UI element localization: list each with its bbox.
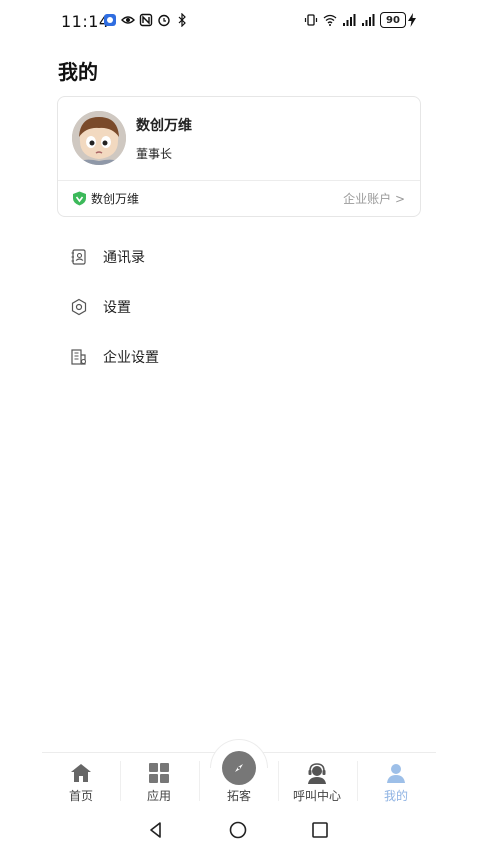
tab-label-apps: 应用 — [146, 789, 171, 803]
tab-label-home: 首页 — [68, 789, 93, 803]
tab-label-call-center: 呼叫中心 — [292, 789, 341, 803]
status-left-icons — [103, 13, 189, 27]
company-row[interactable]: 数创万维 企业账户 > — [58, 181, 420, 217]
app-notification-icon — [104, 14, 116, 26]
recents-square-icon[interactable] — [310, 820, 330, 840]
menu-label-contacts: 通讯录 — [103, 250, 145, 266]
back-icon[interactable] — [146, 820, 166, 840]
user-icon — [387, 764, 405, 783]
bottom-nav: 首页 应用 拓客 呼叫中心 我的 — [42, 739, 436, 809]
wifi-icon — [323, 14, 337, 26]
page-title: 我的 — [58, 60, 98, 84]
alarm-icon — [158, 14, 170, 27]
status-right-icons: 90 — [304, 12, 416, 28]
tab-divider — [278, 761, 279, 801]
building-settings-icon — [71, 349, 86, 365]
headset-icon — [308, 763, 326, 784]
tab-home[interactable]: 首页 — [56, 753, 106, 809]
apps-grid-icon — [149, 763, 169, 783]
signal-icon — [343, 14, 356, 26]
contacts-icon — [71, 249, 86, 265]
tab-divider — [199, 761, 200, 801]
enterprise-account-link[interactable]: 企业账户 > — [343, 190, 405, 207]
gear-icon — [71, 298, 87, 316]
menu-item-enterprise-settings[interactable]: 企业设置 — [70, 332, 420, 382]
menu-item-settings[interactable]: 设置 — [70, 282, 420, 332]
user-name: 数创万维 — [136, 118, 192, 134]
verified-shield-icon — [73, 191, 86, 206]
menu-label-enterprise-settings: 企业设置 — [103, 350, 159, 366]
signal-icon — [362, 14, 375, 26]
tab-label-mine: 我的 — [383, 789, 408, 803]
tab-call-center[interactable]: 呼叫中心 — [287, 753, 347, 809]
home-circle-icon[interactable] — [228, 820, 248, 840]
company-name: 数创万维 — [91, 192, 140, 206]
tab-divider — [120, 761, 121, 801]
user-role: 董事长 — [136, 147, 173, 161]
settings-menu: 通讯录 设置 企业设置 — [70, 232, 420, 382]
nfc-icon — [139, 13, 153, 27]
vibrate-icon — [304, 14, 318, 26]
avatar-illustration — [72, 111, 126, 165]
battery-level: 90 — [380, 12, 406, 28]
avatar[interactable] — [72, 111, 126, 165]
profile-card[interactable]: 数创万维 董事长 数创万维 企业账户 > — [57, 96, 421, 217]
charging-icon — [408, 13, 416, 27]
status-bar: 11:14 90 — [0, 0, 478, 44]
tab-divider — [357, 761, 358, 801]
menu-item-contacts[interactable]: 通讯录 — [70, 232, 420, 282]
eye-icon — [121, 16, 135, 24]
bluetooth-icon — [178, 13, 186, 27]
tab-mine[interactable]: 我的 — [371, 753, 421, 809]
tab-prospecting[interactable]: 拓客 — [214, 753, 264, 809]
tab-apps[interactable]: 应用 — [134, 753, 184, 809]
battery-indicator: 90 — [380, 12, 416, 28]
tab-label-prospecting: 拓客 — [226, 789, 251, 803]
menu-label-settings: 设置 — [103, 300, 131, 316]
system-navigation-bar — [0, 812, 478, 848]
home-icon — [71, 764, 91, 782]
